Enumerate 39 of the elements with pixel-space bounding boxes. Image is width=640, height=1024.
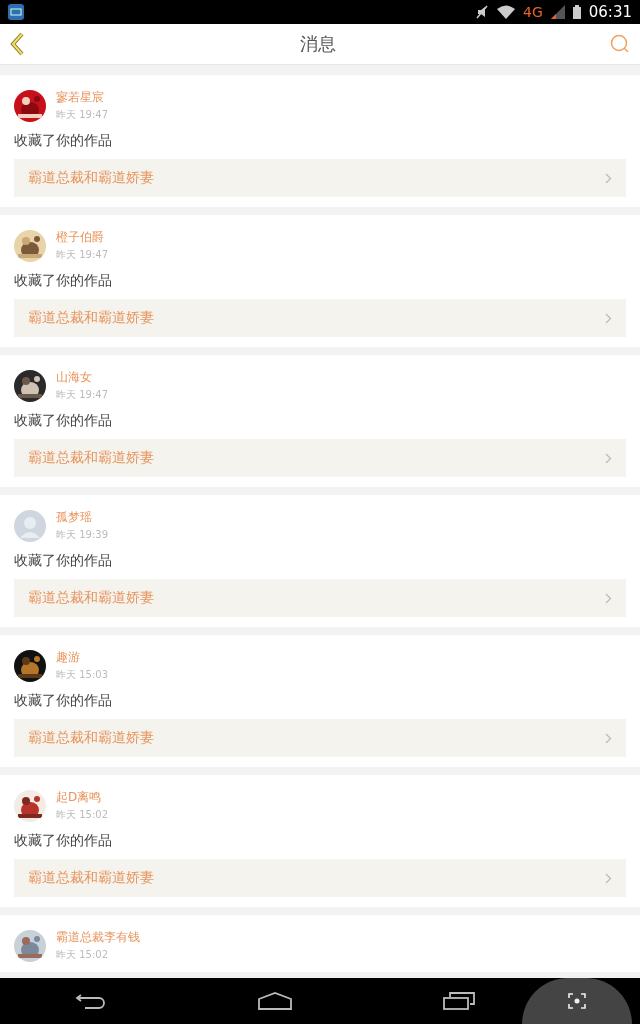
clock: 06:31 xyxy=(588,3,632,21)
signal-icon xyxy=(550,5,565,19)
default-avatar-icon xyxy=(14,509,46,542)
page-title: 消息 xyxy=(299,32,337,56)
chevron-right-icon xyxy=(605,172,612,184)
mute-icon xyxy=(475,5,489,19)
chevron-right-icon xyxy=(605,732,612,744)
message-text: 收藏了你的作品 xyxy=(14,692,113,710)
message-text: 收藏了你的作品 xyxy=(14,272,113,290)
user-name[interactable]: 起D离鸣 xyxy=(56,789,108,806)
user-name[interactable]: 山海女 xyxy=(56,369,108,386)
chevron-right-icon xyxy=(605,452,612,464)
battery-icon xyxy=(572,5,581,19)
user-name[interactable]: 趣游 xyxy=(56,649,108,666)
work-link[interactable]: 霸道总裁和霸道娇妻 xyxy=(14,299,626,337)
message-text: 收藏了你的作品 xyxy=(14,832,113,850)
network-type: 4G xyxy=(523,4,543,20)
chevron-right-icon xyxy=(605,872,612,884)
chevron-right-icon xyxy=(605,592,612,604)
recent-apps-icon[interactable] xyxy=(442,992,475,1010)
message-text: 收藏了你的作品 xyxy=(14,552,113,570)
work-link[interactable]: 霸道总裁和霸道娇妻 xyxy=(14,579,626,617)
user-name[interactable]: 孤梦瑶 xyxy=(56,509,108,526)
chevron-right-icon xyxy=(605,312,612,324)
message-text: 收藏了你的作品 xyxy=(14,132,113,150)
user-name[interactable]: 霸道总裁李有钱 xyxy=(56,929,140,946)
screenshot-icon xyxy=(568,993,586,1009)
user-name[interactable]: 寥若星宸 xyxy=(56,89,108,106)
wifi-icon xyxy=(497,5,515,19)
app-icon xyxy=(8,4,24,20)
back-icon[interactable] xyxy=(10,32,26,56)
message-text: 收藏了你的作品 xyxy=(14,412,113,430)
work-link[interactable]: 霸道总裁和霸道娇妻 xyxy=(14,439,626,477)
home-icon[interactable] xyxy=(258,992,292,1010)
user-name[interactable]: 橙子伯爵 xyxy=(56,229,108,246)
work-link[interactable]: 霸道总裁和霸道娇妻 xyxy=(14,859,626,897)
work-link[interactable]: 霸道总裁和霸道娇妻 xyxy=(14,719,626,757)
back-nav-icon[interactable] xyxy=(75,991,108,1011)
work-link[interactable]: 霸道总裁和霸道娇妻 xyxy=(14,159,626,197)
